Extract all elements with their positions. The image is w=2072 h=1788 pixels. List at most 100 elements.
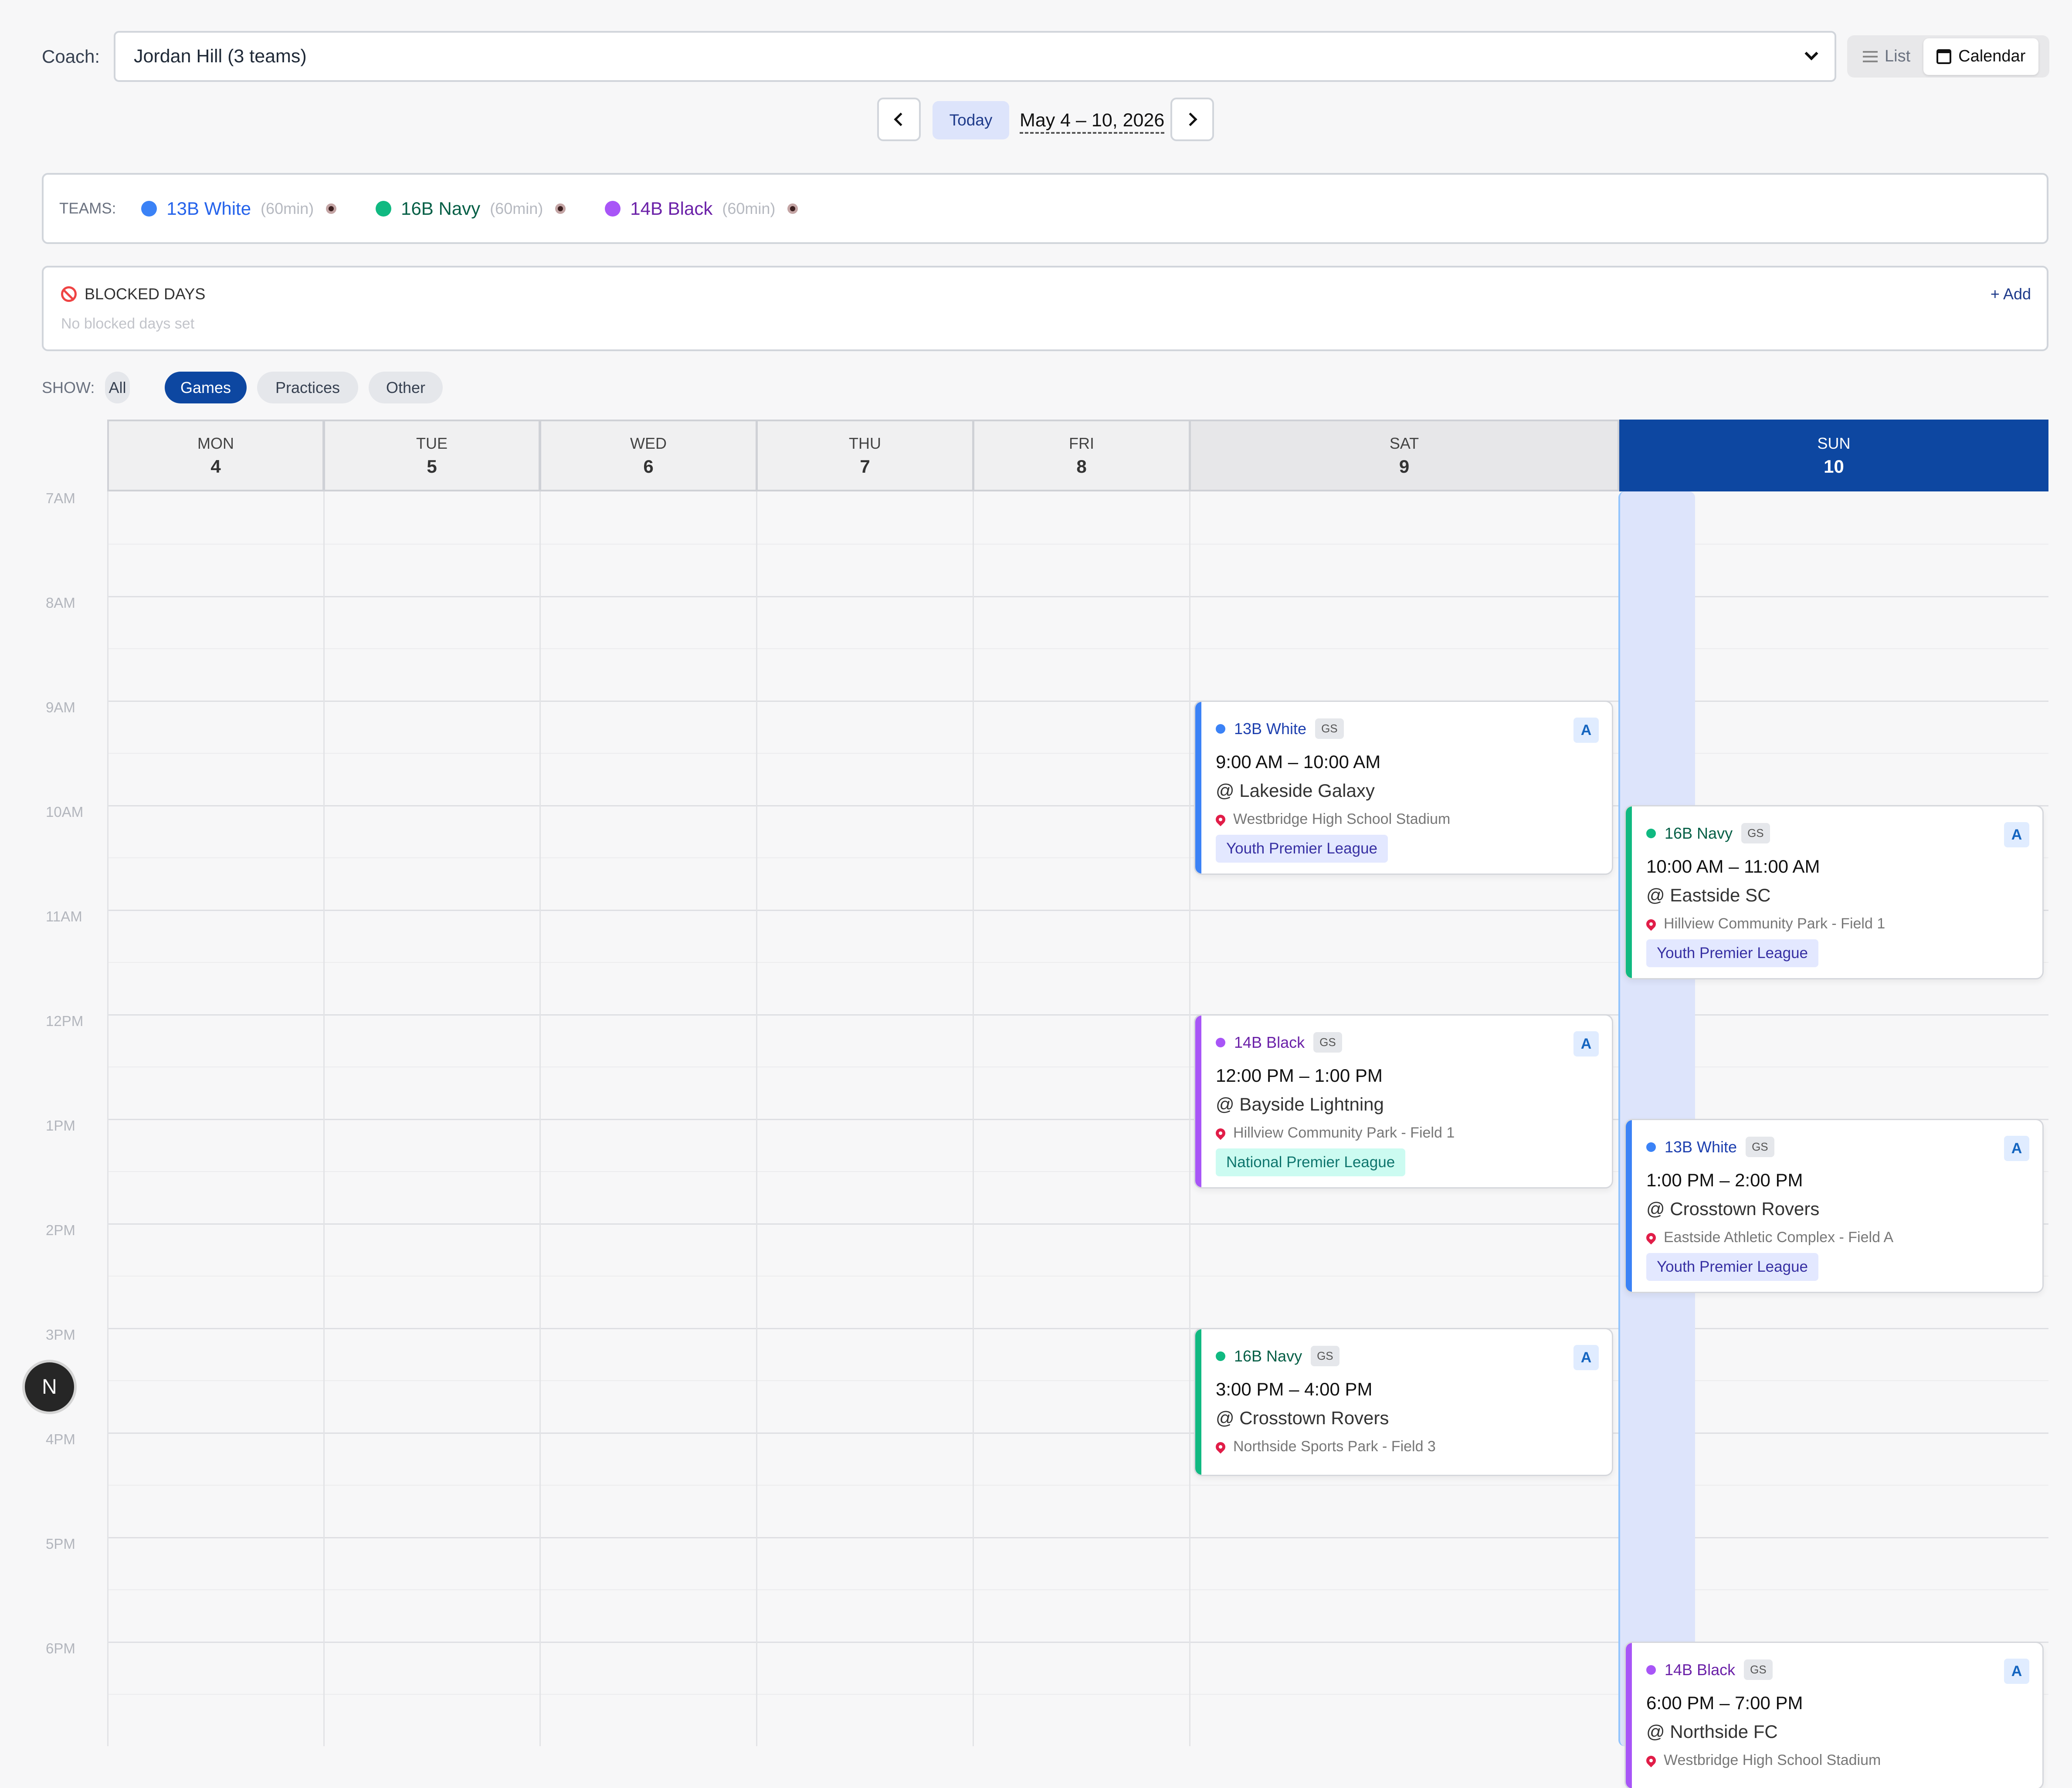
chevron-right-icon [1184,112,1197,126]
view-toggle: List Calendar [1847,35,2049,78]
map-pin-icon [1644,1753,1658,1768]
away-badge: A [2004,1136,2029,1161]
event-opponent: @ Bayside Lightning [1216,1094,1384,1114]
event-team: 16B Navy GS [1216,1346,1340,1366]
grid-line [107,596,2048,597]
event-league: National Premier League [1216,1148,1406,1176]
team-chip-13b-white[interactable]: 13B White (60min) [141,198,337,219]
user-avatar-badge[interactable]: N [25,1362,74,1412]
event-card[interactable]: 13B White GS A 1:00 PM – 2:00 PM @ Cross… [1624,1119,2044,1293]
time-label: 4PM [46,1431,75,1447]
event-league: Youth Premier League [1646,1253,1819,1281]
previous-week-button[interactable] [877,98,921,141]
team-duration: (60min) [261,199,314,217]
day-header-sun[interactable]: SUN 10 [1619,420,2048,491]
event-team-name: 13B White [1665,1138,1737,1156]
filter-all[interactable]: All [105,372,130,403]
filter-practices[interactable]: Practices [257,372,358,403]
time-label: 8AM [46,595,75,611]
time-label: 1PM [46,1118,75,1134]
day-header-mon[interactable]: MON 4 [107,420,324,491]
map-pin-icon [1644,917,1658,931]
event-card[interactable]: 16B Navy GS A 3:00 PM – 4:00 PM @ Crosst… [1194,1328,1613,1476]
calendar-icon [1936,49,1952,64]
event-location-text: Hillview Community Park - Field 1 [1664,915,1885,932]
event-color-bar [1626,806,1632,978]
away-badge: A [1573,1031,1599,1057]
grid-line [107,1014,2048,1016]
grid-line [107,753,2048,754]
event-badge: GS [1746,1137,1774,1157]
team-name: 16B Navy [401,198,481,219]
eye-icon[interactable] [555,203,566,214]
day-header-sat[interactable]: SAT 9 [1189,420,1619,491]
filter-other[interactable]: Other [369,372,443,403]
event-team: 14B Black GS [1646,1659,1773,1680]
list-view-button[interactable]: List [1850,38,1923,75]
day-header-fri[interactable]: FRI 8 [973,420,1190,491]
next-week-button[interactable] [1170,98,1214,141]
day-name: FRI [1069,434,1094,452]
event-time: 3:00 PM – 4:00 PM [1216,1379,1373,1399]
event-color-bar [1626,1120,1632,1292]
event-card[interactable]: 14B Black GS A 12:00 PM – 1:00 PM @ Bays… [1194,1014,1613,1189]
coach-select[interactable]: Jordan Hill (3 teams) [114,31,1836,82]
today-button[interactable]: Today [933,101,1009,139]
filter-games[interactable]: Games [165,372,247,403]
day-header-thu[interactable]: THU 7 [756,420,974,491]
event-team-name: 16B Navy [1665,824,1733,842]
team-chip-14b-black[interactable]: 14B Black (60min) [605,198,798,219]
day-name: SAT [1389,434,1419,452]
team-color-dot [1646,1665,1656,1675]
away-badge: A [2004,1659,2029,1684]
eye-icon[interactable] [326,203,337,214]
team-color-dot [1216,724,1225,734]
time-label: 5PM [46,1536,75,1552]
event-card[interactable]: 16B Navy GS A 10:00 AM – 11:00 AM @ East… [1624,805,2044,979]
grid-line [107,1485,2048,1486]
event-location: Hillview Community Park - Field 1 [1214,1124,1455,1141]
day-header-tue[interactable]: TUE 5 [323,420,540,491]
event-team: 13B White GS [1216,718,1344,739]
event-location-text: Westbridge High School Stadium [1233,811,1451,827]
list-view-label: List [1885,47,1911,65]
team-color-dot [1216,1037,1225,1047]
day-header-wed[interactable]: WED 6 [539,420,757,491]
grid-column-line [756,491,757,1746]
event-location-text: Eastside Athletic Complex - Field A [1664,1229,1894,1246]
event-team: 13B White GS [1646,1137,1774,1157]
time-label: 6PM [46,1640,75,1656]
time-label: 7AM [46,490,75,506]
team-duration: (60min) [490,199,543,217]
coach-label: Coach: [42,46,100,67]
event-time: 12:00 PM – 1:00 PM [1216,1065,1383,1086]
team-chip-16b-navy[interactable]: 16B Navy (60min) [376,198,566,219]
team-name: 14B Black [630,198,713,219]
calendar-view-button[interactable]: Calendar [1923,38,2039,75]
chevron-down-icon [1804,46,1818,61]
day-name: WED [630,434,667,452]
event-team-name: 14B Black [1234,1033,1305,1051]
map-pin-icon [1214,812,1228,826]
day-name: SUN [1817,434,1851,452]
calendar-view-label: Calendar [1958,47,2026,65]
day-number: 10 [1824,456,1844,477]
away-badge: A [1573,1345,1599,1370]
event-time: 6:00 PM – 7:00 PM [1646,1693,1803,1713]
eye-icon[interactable] [787,203,798,214]
event-badge: GS [1313,1032,1342,1053]
grid-line [107,648,2048,649]
event-card[interactable]: 13B White GS A 9:00 AM – 10:00 AM @ Lake… [1194,701,1613,875]
event-time: 10:00 AM – 11:00 AM [1646,856,1820,877]
event-badge: GS [1741,823,1770,843]
chevron-left-icon [894,112,908,126]
team-duration: (60min) [722,199,776,217]
date-range-label[interactable]: May 4 – 10, 2026 [1020,110,1165,134]
event-location: Westbridge High School Stadium [1214,811,1451,828]
team-name: 13B White [166,198,251,219]
add-blocked-day-button[interactable]: + Add [1991,285,2031,303]
event-location: Westbridge High School Stadium [1644,1752,1881,1769]
time-label: 11AM [46,908,82,924]
grid-column-line [1189,491,1190,1746]
event-card[interactable]: 14B Black GS A 6:00 PM – 7:00 PM @ North… [1624,1642,2044,1788]
